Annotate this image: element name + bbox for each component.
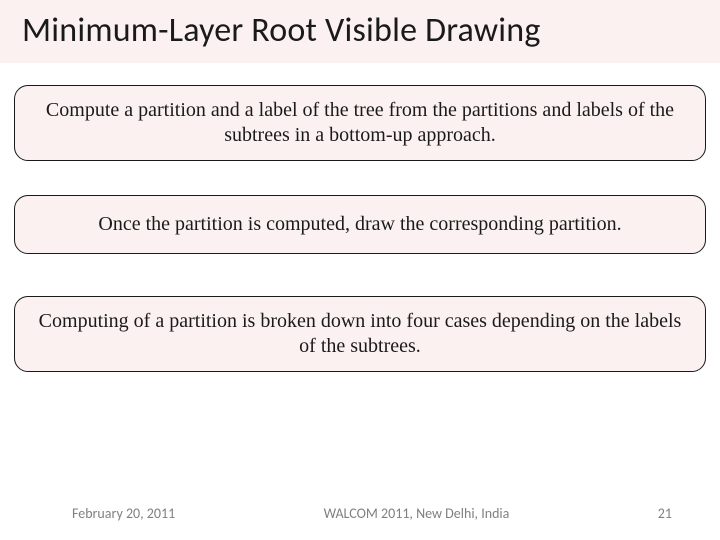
title-bar: Minimum-Layer Root Visible Drawing bbox=[0, 0, 720, 63]
footer-date: February 20, 2011 bbox=[72, 505, 175, 522]
content-area: Compute a partition and a label of the t… bbox=[0, 85, 720, 372]
content-text-1: Compute a partition and a label of the t… bbox=[33, 98, 687, 148]
content-box-3: Computing of a partition is broken down … bbox=[14, 296, 706, 372]
footer: February 20, 2011 WALCOM 2011, New Delhi… bbox=[0, 505, 720, 522]
footer-page: 21 bbox=[658, 505, 672, 522]
content-text-3: Computing of a partition is broken down … bbox=[33, 309, 687, 359]
content-box-2: Once the partition is computed, draw the… bbox=[14, 195, 706, 254]
content-text-2: Once the partition is computed, draw the… bbox=[33, 212, 687, 237]
footer-venue: WALCOM 2011, New Delhi, India bbox=[324, 505, 510, 522]
slide-title: Minimum-Layer Root Visible Drawing bbox=[22, 10, 720, 51]
content-box-1: Compute a partition and a label of the t… bbox=[14, 85, 706, 161]
